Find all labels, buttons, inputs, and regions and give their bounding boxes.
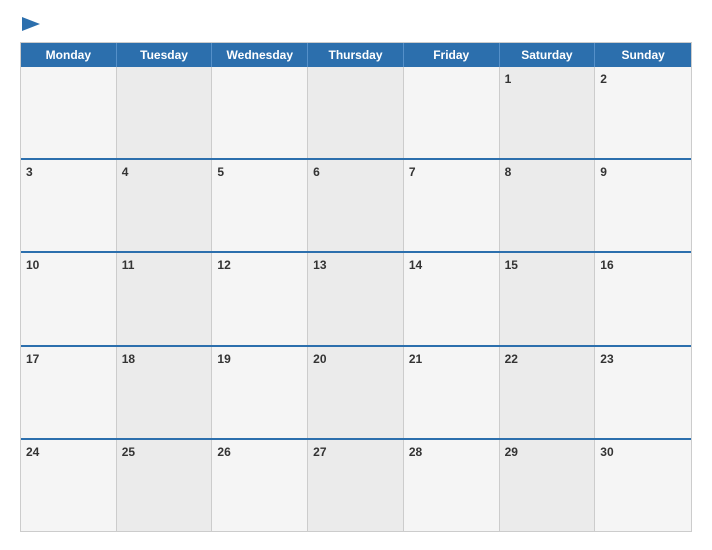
day-number: 28	[409, 444, 494, 461]
calendar-header: MondayTuesdayWednesdayThursdayFridaySatu…	[21, 43, 691, 67]
calendar-body: 1234567891011121314151617181920212223242…	[21, 67, 691, 531]
calendar-day-3: 3	[21, 160, 117, 251]
header-day-wednesday: Wednesday	[212, 43, 308, 67]
day-number: 5	[217, 164, 302, 181]
calendar-day-10: 10	[21, 253, 117, 344]
header-day-friday: Friday	[404, 43, 500, 67]
day-number: 22	[505, 351, 590, 368]
day-number: 11	[122, 257, 207, 274]
calendar-day-22: 22	[500, 347, 596, 438]
calendar-day-29: 29	[500, 440, 596, 531]
calendar-day-11: 11	[117, 253, 213, 344]
day-number: 27	[313, 444, 398, 461]
calendar-week-1: 3456789	[21, 158, 691, 251]
day-number: 17	[26, 351, 111, 368]
day-number: 10	[26, 257, 111, 274]
header-day-saturday: Saturday	[500, 43, 596, 67]
day-number: 18	[122, 351, 207, 368]
calendar-day-2: 2	[595, 67, 691, 158]
calendar-day-empty	[404, 67, 500, 158]
calendar-day-30: 30	[595, 440, 691, 531]
day-number: 6	[313, 164, 398, 181]
calendar-day-21: 21	[404, 347, 500, 438]
day-number: 29	[505, 444, 590, 461]
calendar-day-4: 4	[117, 160, 213, 251]
header-day-thursday: Thursday	[308, 43, 404, 67]
day-number: 8	[505, 164, 590, 181]
calendar-day-27: 27	[308, 440, 404, 531]
logo-flag-icon	[22, 17, 40, 31]
calendar-week-0: 12	[21, 67, 691, 158]
calendar-day-14: 14	[404, 253, 500, 344]
calendar-week-3: 17 18 19 20 21 22 23	[21, 345, 691, 438]
day-number: 19	[217, 351, 302, 368]
day-number: 7	[409, 164, 494, 181]
calendar-day-16: 16	[595, 253, 691, 344]
day-number: 3	[26, 164, 111, 181]
calendar-day-empty	[117, 67, 213, 158]
calendar-day-8: 8	[500, 160, 596, 251]
day-number: 30	[600, 444, 686, 461]
day-number: 26	[217, 444, 302, 461]
calendar-day-26: 26	[212, 440, 308, 531]
day-number: 12	[217, 257, 302, 274]
calendar-day-empty	[308, 67, 404, 158]
calendar-day-25: 25	[117, 440, 213, 531]
calendar-day-7: 7	[404, 160, 500, 251]
day-number: 20	[313, 351, 398, 368]
header-day-tuesday: Tuesday	[117, 43, 213, 67]
calendar-week-4: 24 25 26 27 28 29 30	[21, 438, 691, 531]
header-day-monday: Monday	[21, 43, 117, 67]
calendar-day-empty	[21, 67, 117, 158]
calendar-day-20: 20	[308, 347, 404, 438]
day-number: 23	[600, 351, 686, 368]
page: MondayTuesdayWednesdayThursdayFridaySatu…	[0, 0, 712, 550]
calendar-day-empty	[212, 67, 308, 158]
day-number: 15	[505, 257, 590, 274]
day-number: 14	[409, 257, 494, 274]
day-number: 4	[122, 164, 207, 181]
calendar-day-13: 13	[308, 253, 404, 344]
calendar-day-23: 23	[595, 347, 691, 438]
calendar-day-12: 12	[212, 253, 308, 344]
day-number: 21	[409, 351, 494, 368]
day-number: 9	[600, 164, 686, 181]
header-day-sunday: Sunday	[595, 43, 691, 67]
calendar-day-5: 5	[212, 160, 308, 251]
header	[20, 18, 692, 32]
calendar-day-24: 24	[21, 440, 117, 531]
calendar-day-6: 6	[308, 160, 404, 251]
day-number: 16	[600, 257, 686, 274]
calendar-day-1: 1	[500, 67, 596, 158]
day-number: 1	[505, 71, 590, 88]
day-number: 24	[26, 444, 111, 461]
calendar-day-9: 9	[595, 160, 691, 251]
day-number: 2	[600, 71, 686, 88]
calendar-day-28: 28	[404, 440, 500, 531]
calendar-week-2: 10 11 12 13 14 15 16	[21, 251, 691, 344]
calendar-day-15: 15	[500, 253, 596, 344]
calendar-day-19: 19	[212, 347, 308, 438]
day-number: 13	[313, 257, 398, 274]
calendar-day-17: 17	[21, 347, 117, 438]
calendar-day-18: 18	[117, 347, 213, 438]
calendar: MondayTuesdayWednesdayThursdayFridaySatu…	[20, 42, 692, 532]
day-number: 25	[122, 444, 207, 461]
logo	[20, 18, 40, 32]
